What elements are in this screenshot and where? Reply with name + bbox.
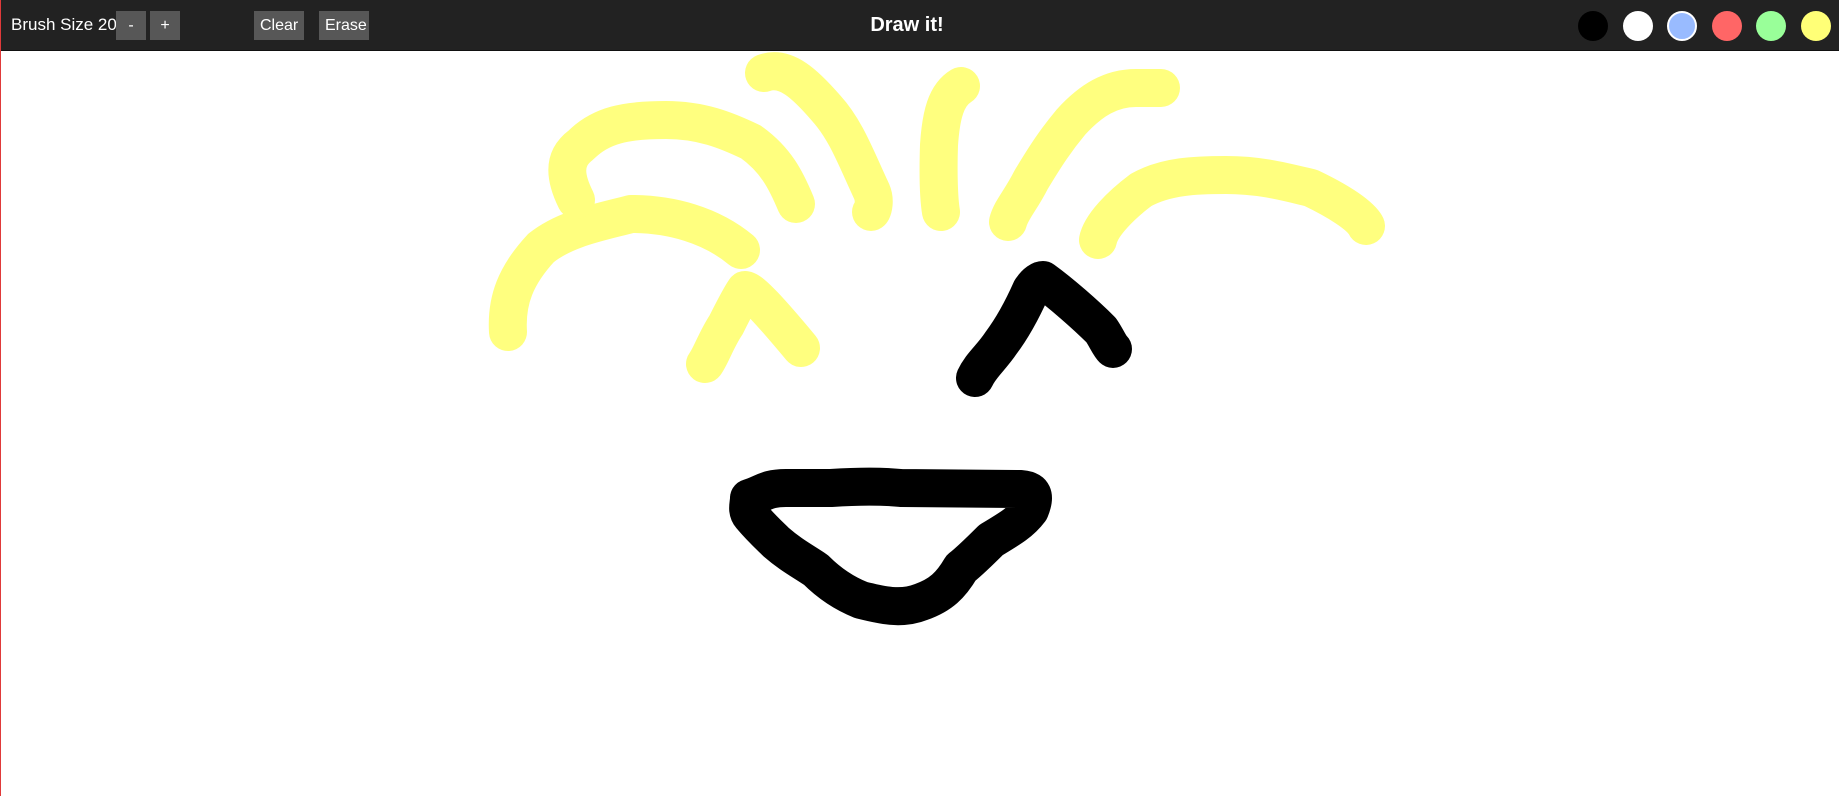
decrease-brush-size-button[interactable]: - bbox=[116, 11, 146, 40]
color-swatch-black[interactable] bbox=[1578, 11, 1608, 41]
toolbar: Brush Size 20 - + Clear Erase Draw it! bbox=[1, 0, 1839, 51]
right-eye-stroke bbox=[956, 261, 1132, 397]
hair-stroke bbox=[548, 101, 815, 223]
drawing-canvas[interactable] bbox=[1, 51, 1839, 796]
hair-stroke bbox=[488, 195, 760, 351]
color-swatch-green[interactable] bbox=[1756, 11, 1786, 41]
hair-stroke bbox=[919, 67, 980, 231]
mouth-stroke bbox=[729, 467, 1052, 626]
erase-button[interactable]: Erase bbox=[319, 11, 369, 40]
left-eye-stroke bbox=[686, 271, 820, 383]
clear-button[interactable]: Clear bbox=[254, 11, 304, 40]
drawing-app: Brush Size 20 - + Clear Erase Draw it! bbox=[0, 0, 1839, 796]
color-swatch-yellow[interactable] bbox=[1801, 11, 1831, 41]
brush-size-label: Brush Size 20 bbox=[11, 15, 117, 34]
color-swatch-white[interactable] bbox=[1623, 11, 1653, 41]
hair-stroke bbox=[1079, 156, 1385, 259]
color-swatch-red[interactable] bbox=[1712, 11, 1742, 41]
increase-brush-size-button[interactable]: + bbox=[150, 11, 180, 40]
color-swatch-blue[interactable] bbox=[1667, 11, 1697, 41]
